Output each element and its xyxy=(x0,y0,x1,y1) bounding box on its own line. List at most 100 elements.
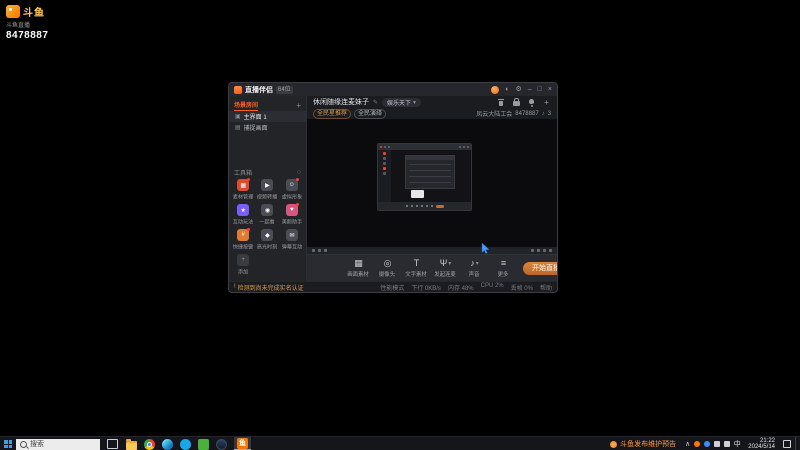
tool-highlights[interactable]: ◆ 高光时刻 xyxy=(255,229,279,251)
minimize-icon[interactable]: – xyxy=(528,85,532,94)
toolbar-more[interactable]: ≡ 更多 xyxy=(490,258,517,278)
source-icon[interactable] xyxy=(318,249,321,252)
screen-material-icon: ▦ xyxy=(354,258,363,268)
action-center-icon[interactable] xyxy=(783,440,791,448)
news-headline: 斗鱼发布维护预告 xyxy=(620,441,677,448)
scene-item-capture[interactable]: ▤ 捕捉画面 xyxy=(229,122,306,133)
app-titlebar[interactable]: 直播伴侣 64位 ◐ ⚙ – □ × xyxy=(229,83,557,96)
tray-expand-icon[interactable]: ∧ xyxy=(685,440,690,448)
toolbar-link-mic[interactable]: Ψ ▾ 发起连麦 xyxy=(432,258,459,278)
active-task-douyu[interactable] xyxy=(234,437,251,450)
file-explorer-icon[interactable] xyxy=(126,438,137,450)
stream-watermark: 斗鱼 斗鱼直播 8478887 xyxy=(6,4,48,41)
add-scene-icon[interactable]: + xyxy=(296,101,301,110)
scene-sidebar: 场景房间 + ▣ 主界面 1 ▤ 捕捉画面 工具箱 ○ ▦ 素材管理 ▶ 视频转… xyxy=(229,96,307,281)
camera-icon: ◎ xyxy=(383,258,392,268)
delete-icon[interactable] xyxy=(497,98,506,107)
stream-preview-canvas[interactable] xyxy=(307,119,557,255)
source-icon[interactable] xyxy=(324,249,327,252)
source-strip[interactable] xyxy=(307,247,557,254)
tool-beauty[interactable]: ♥ 美颜助手 xyxy=(280,203,304,226)
status-dropped-frames: 丢帧 0% xyxy=(510,285,533,292)
taskbar-clock[interactable]: 21:22 2024/5/14 xyxy=(744,438,779,450)
tool-watch-together[interactable]: ◉ 一起看 xyxy=(255,204,279,226)
taskbar-search[interactable]: 搜索 xyxy=(16,438,100,450)
tool-video-relay[interactable]: ▶ 视频转播 xyxy=(255,179,279,201)
theme-icon[interactable]: ◐ xyxy=(505,85,509,94)
language-indicator[interactable]: 中 xyxy=(730,439,744,449)
windows-taskbar: 搜索 斗鱼发布维护预告 ∧ 中 21:22 2024/ xyxy=(0,436,800,450)
tool-danmaku[interactable]: ✉ 弹幕互动 xyxy=(280,229,304,251)
maximize-icon[interactable]: □ xyxy=(538,85,542,94)
task-view-button[interactable] xyxy=(107,439,118,449)
highlight-icon: ◆ xyxy=(261,229,274,241)
add-source-icon[interactable]: + xyxy=(542,98,551,107)
qq-icon[interactable] xyxy=(180,438,191,450)
strip-setting-icon[interactable] xyxy=(531,249,534,252)
preview-mini-window xyxy=(377,143,472,211)
activity-tag[interactable]: 全民星推荐 xyxy=(313,108,352,119)
tool-hotkeys[interactable]: # 快捷按键 xyxy=(231,228,255,251)
tray-douyu-icon[interactable] xyxy=(694,441,701,447)
tray-security-icon[interactable] xyxy=(704,441,711,447)
tab-scene-room[interactable]: 场景房间 xyxy=(234,100,259,111)
edge-icon[interactable] xyxy=(162,438,173,450)
strip-setting-icon[interactable] xyxy=(543,249,546,252)
source-icon[interactable] xyxy=(312,249,315,252)
tool-add[interactable]: + 添加 xyxy=(231,254,255,276)
status-help[interactable]: 帮助 xyxy=(540,283,552,292)
strip-setting-icon[interactable] xyxy=(537,249,540,252)
main-panel: 休闲随缘连麦妹子 ✎ 娱乐天下 ▾ + 全民星推荐 全民演绎 凤云大陆工会 84… xyxy=(307,96,557,281)
strip-setting-icon[interactable] xyxy=(549,249,552,252)
show-desktop-button[interactable] xyxy=(795,437,800,450)
more-icon: ≡ xyxy=(500,258,507,268)
start-live-button[interactable]: 开始直播 xyxy=(523,261,557,275)
category-select[interactable]: 娱乐天下 ▾ xyxy=(382,97,422,107)
toolbar-screen-material[interactable]: ▦ 画面素材 xyxy=(345,258,372,278)
mouse-cursor-icon xyxy=(481,241,490,259)
scene-item-main[interactable]: ▣ 主界面 1 xyxy=(229,111,306,122)
chrome-icon[interactable] xyxy=(144,438,155,450)
relay-icon: ▶ xyxy=(261,179,274,191)
tool-interactive-play[interactable]: ★ 互动玩法 xyxy=(231,204,255,226)
douyu-logo-text: 斗鱼 xyxy=(23,8,45,19)
tool-material-manager[interactable]: ▦ 素材管理 xyxy=(231,178,255,201)
tray-volume-icon[interactable] xyxy=(714,441,721,447)
hotkey-icon: # xyxy=(237,228,251,241)
toolbar-camera[interactable]: ◎ 摄像头 xyxy=(374,258,401,278)
bell-icon[interactable] xyxy=(527,98,536,107)
start-button[interactable] xyxy=(0,437,16,450)
chevron-down-icon: ▾ xyxy=(448,260,452,267)
add-tool-icon: + xyxy=(237,254,250,266)
live-companion-window: 直播伴侣 64位 ◐ ⚙ – □ × 场景房间 + ▣ 主界面 1 ▤ 捕捉画面… xyxy=(228,82,558,293)
toolbar-text-material[interactable]: T 文字素材 xyxy=(403,258,430,278)
wechat-icon[interactable] xyxy=(198,438,209,450)
activity-tag[interactable]: 全民演绎 xyxy=(354,108,387,119)
steam-icon[interactable] xyxy=(216,438,227,450)
scene-label: 捕捉画面 xyxy=(243,126,268,132)
toolbox-title: 工具箱 xyxy=(234,170,253,177)
news-widget[interactable]: 斗鱼发布维护预告 xyxy=(610,439,676,449)
guild-label: 凤云大陆工会 xyxy=(476,112,513,118)
user-avatar[interactable] xyxy=(491,85,500,94)
status-cpu: CPU 2% xyxy=(480,282,504,289)
edit-title-icon[interactable]: ✎ xyxy=(373,99,378,106)
danmaku-icon: ✉ xyxy=(285,229,298,241)
toolbox-refresh-icon[interactable]: ○ xyxy=(297,169,301,176)
settings-gear-icon[interactable]: ⚙ xyxy=(515,85,521,94)
play-icon: ★ xyxy=(237,204,250,216)
douyu-fish-icon xyxy=(6,5,20,18)
status-downlink: 下行 0KB/s xyxy=(411,285,441,292)
status-performance[interactable]: 性能模式 xyxy=(380,283,404,292)
scene-label: 主界面 1 xyxy=(243,115,267,121)
room-info: 凤云大陆工会 8478887 ♪ 3 xyxy=(476,109,551,119)
close-icon[interactable]: × xyxy=(548,85,552,94)
material-icon: ▦ xyxy=(237,178,251,191)
watermark-room-id: 8478887 xyxy=(6,30,49,41)
avatar-icon: ☺ xyxy=(285,178,299,191)
music-note-icon: ♪ xyxy=(541,110,545,117)
tool-virtual-avatar[interactable]: ☺ 虚拟形象 xyxy=(280,178,304,201)
lock-icon[interactable] xyxy=(512,97,521,107)
toolbar-sound[interactable]: ♪ ▾ 声音 xyxy=(461,258,488,278)
watch-icon: ◉ xyxy=(261,204,274,216)
